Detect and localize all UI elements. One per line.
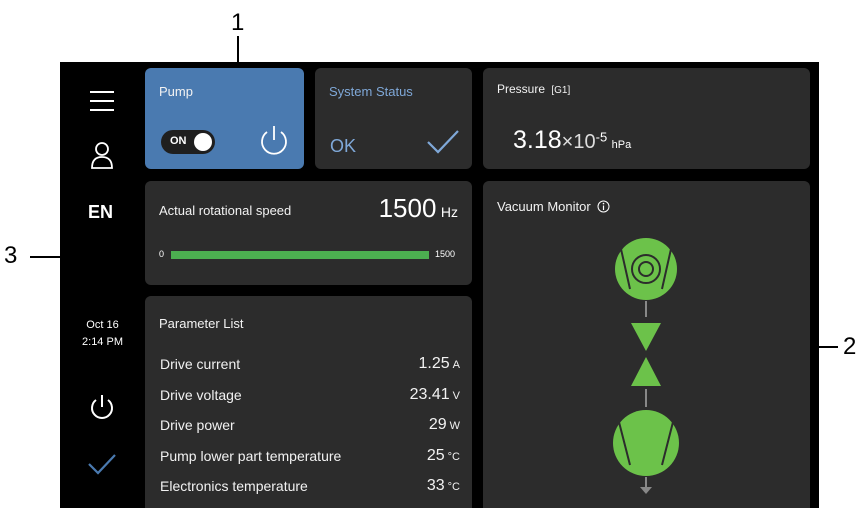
pressure-unit: hPa (611, 139, 632, 151)
parameter-row: Drive power 29 W (160, 416, 460, 437)
parameter-row: Drive voltage 23.41 V (160, 386, 460, 407)
parameter-unit: V (452, 389, 460, 402)
parameter-label: Pump lower part temperature (160, 447, 342, 464)
valve-icon-bottom (631, 357, 661, 386)
parameter-label: Drive current (160, 356, 241, 372)
parameter-value: 33 °C (427, 477, 460, 495)
parameter-value: 23.41 V (410, 386, 460, 404)
check-icon (87, 449, 117, 479)
sidebar: EN Oct 16 2:14 PM (60, 62, 145, 508)
speed-readout: 1500 Hz (379, 193, 458, 224)
parameter-label: Drive power (160, 417, 235, 433)
parameter-value: 1.25 A (419, 355, 460, 373)
parameter-number: 25 (426, 446, 445, 464)
speed-card: Actual rotational speed 1500 Hz 0 1500 (145, 181, 472, 285)
vacuum-diagram (613, 238, 679, 494)
parameter-list-title: Parameter List (159, 316, 244, 331)
pressure-exponent: -5 (595, 129, 608, 145)
menu-icon[interactable] (87, 86, 117, 116)
language-selector[interactable]: EN (88, 202, 113, 223)
turbo-pump-icon (615, 238, 677, 300)
pressure-mantissa: 3.18 (513, 126, 562, 154)
user-icon[interactable] (87, 140, 117, 170)
pressure-times: ×10 (561, 131, 596, 153)
pressure-title: Pressure [G1] (497, 82, 570, 96)
parameter-value: 29 W (429, 416, 460, 434)
time-label: 2:14 PM (82, 336, 123, 348)
system-status-card: System Status OK (315, 68, 472, 169)
pump-toggle[interactable]: ON (161, 130, 215, 154)
pressure-label: Pressure (497, 82, 546, 96)
valve-icon-top (631, 323, 661, 351)
pump-title: Pump (159, 84, 193, 99)
status-check-icon (426, 128, 460, 161)
vacuum-monitor-card: Vacuum Monitor (483, 181, 810, 508)
speed-value: 1500 (378, 193, 437, 223)
parameter-list-card: Parameter List Drive current 1.25 A Drive v… (145, 296, 472, 508)
pump-toggle-label: ON (170, 135, 187, 147)
callout-1: 1 (231, 9, 245, 36)
speed-min-label: 0 (159, 249, 165, 259)
speed-unit: Hz (440, 204, 458, 220)
parameter-number: 1.25 (418, 355, 450, 372)
speed-bar-fill (171, 251, 429, 259)
power-icon[interactable] (87, 392, 117, 422)
parameter-row: Electronics temperature 33 °C (160, 477, 460, 498)
parameter-value: 25 °C (427, 447, 460, 465)
pressure-card: Pressure [G1] 3.18×10-5 hPa (483, 68, 810, 169)
parameter-number: 33 (426, 477, 445, 494)
callout-3: 3 (4, 242, 18, 269)
device-screen: EN Oct 16 2:14 PM Pump ON System Status … (60, 62, 819, 508)
parameter-number: 29 (428, 416, 447, 433)
date-label: Oct 16 (86, 319, 119, 331)
system-status-title: System Status (329, 84, 413, 99)
backing-pump-icon (613, 410, 679, 476)
parameter-unit: °C (447, 481, 460, 493)
pressure-value: 3.18×10-5 hPa (513, 126, 631, 155)
exhaust-arrow-icon (640, 487, 652, 494)
pump-power-icon[interactable] (257, 123, 291, 162)
parameter-row: Pump lower part temperature 25 °C (160, 447, 460, 468)
pump-card[interactable]: Pump ON (145, 68, 304, 169)
speed-bar-track (171, 251, 429, 259)
parameter-unit: W (449, 420, 460, 432)
toggle-knob (194, 133, 212, 151)
parameter-row: Drive current 1.25 A (160, 355, 460, 376)
parameter-label: Electronics temperature (160, 478, 308, 494)
parameter-label: Drive voltage (160, 386, 242, 403)
callout-2: 2 (843, 333, 857, 360)
parameter-unit: A (452, 359, 460, 371)
system-status-value: OK (330, 136, 357, 156)
parameter-unit: °C (447, 450, 460, 463)
speed-title: Actual rotational speed (159, 203, 292, 218)
speed-max-label: 1500 (435, 249, 456, 259)
pressure-gauge-id: [G1] (551, 85, 571, 96)
parameter-number: 23.41 (409, 385, 450, 403)
